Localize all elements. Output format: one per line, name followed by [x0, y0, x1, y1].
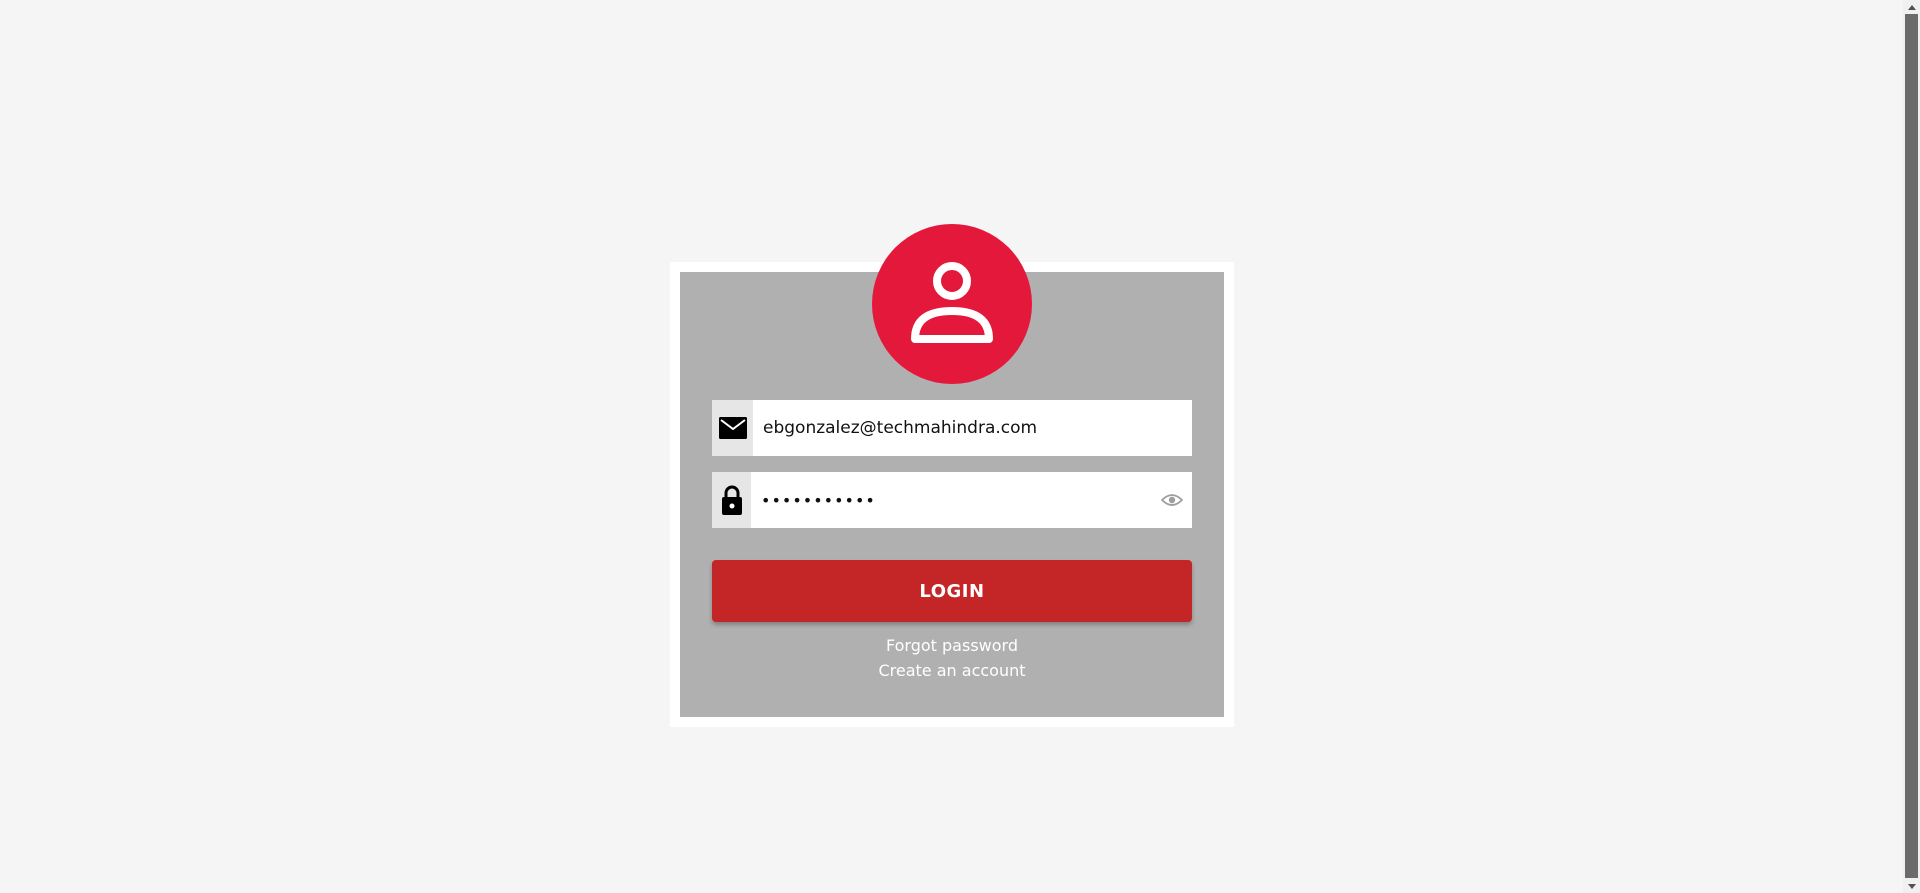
user-icon [911, 262, 993, 343]
mail-icon [718, 417, 747, 439]
password-input[interactable] [751, 472, 1152, 528]
caret-down-icon [1907, 883, 1916, 889]
email-input[interactable] [753, 400, 1192, 456]
password-field [712, 472, 1192, 528]
scroll-down-arrow[interactable] [1903, 879, 1920, 893]
login-button[interactable]: LOGIN [712, 560, 1192, 622]
user-avatar [872, 224, 1032, 384]
create-account-link[interactable]: Create an account [712, 661, 1192, 680]
caret-up-icon [1907, 4, 1916, 10]
scrollbar-thumb[interactable] [1905, 14, 1918, 878]
eye-icon [1161, 494, 1183, 506]
scroll-up-arrow[interactable] [1903, 0, 1920, 14]
login-page: LOGIN Forgot password Create an account [0, 0, 1920, 893]
forgot-password-link[interactable]: Forgot password [712, 636, 1192, 655]
email-field [712, 400, 1192, 456]
vertical-scrollbar[interactable] [1903, 0, 1920, 893]
password-icon-box [712, 472, 751, 528]
toggle-password-visibility[interactable] [1152, 472, 1192, 528]
email-icon-box [712, 400, 753, 456]
lock-icon [721, 485, 742, 515]
